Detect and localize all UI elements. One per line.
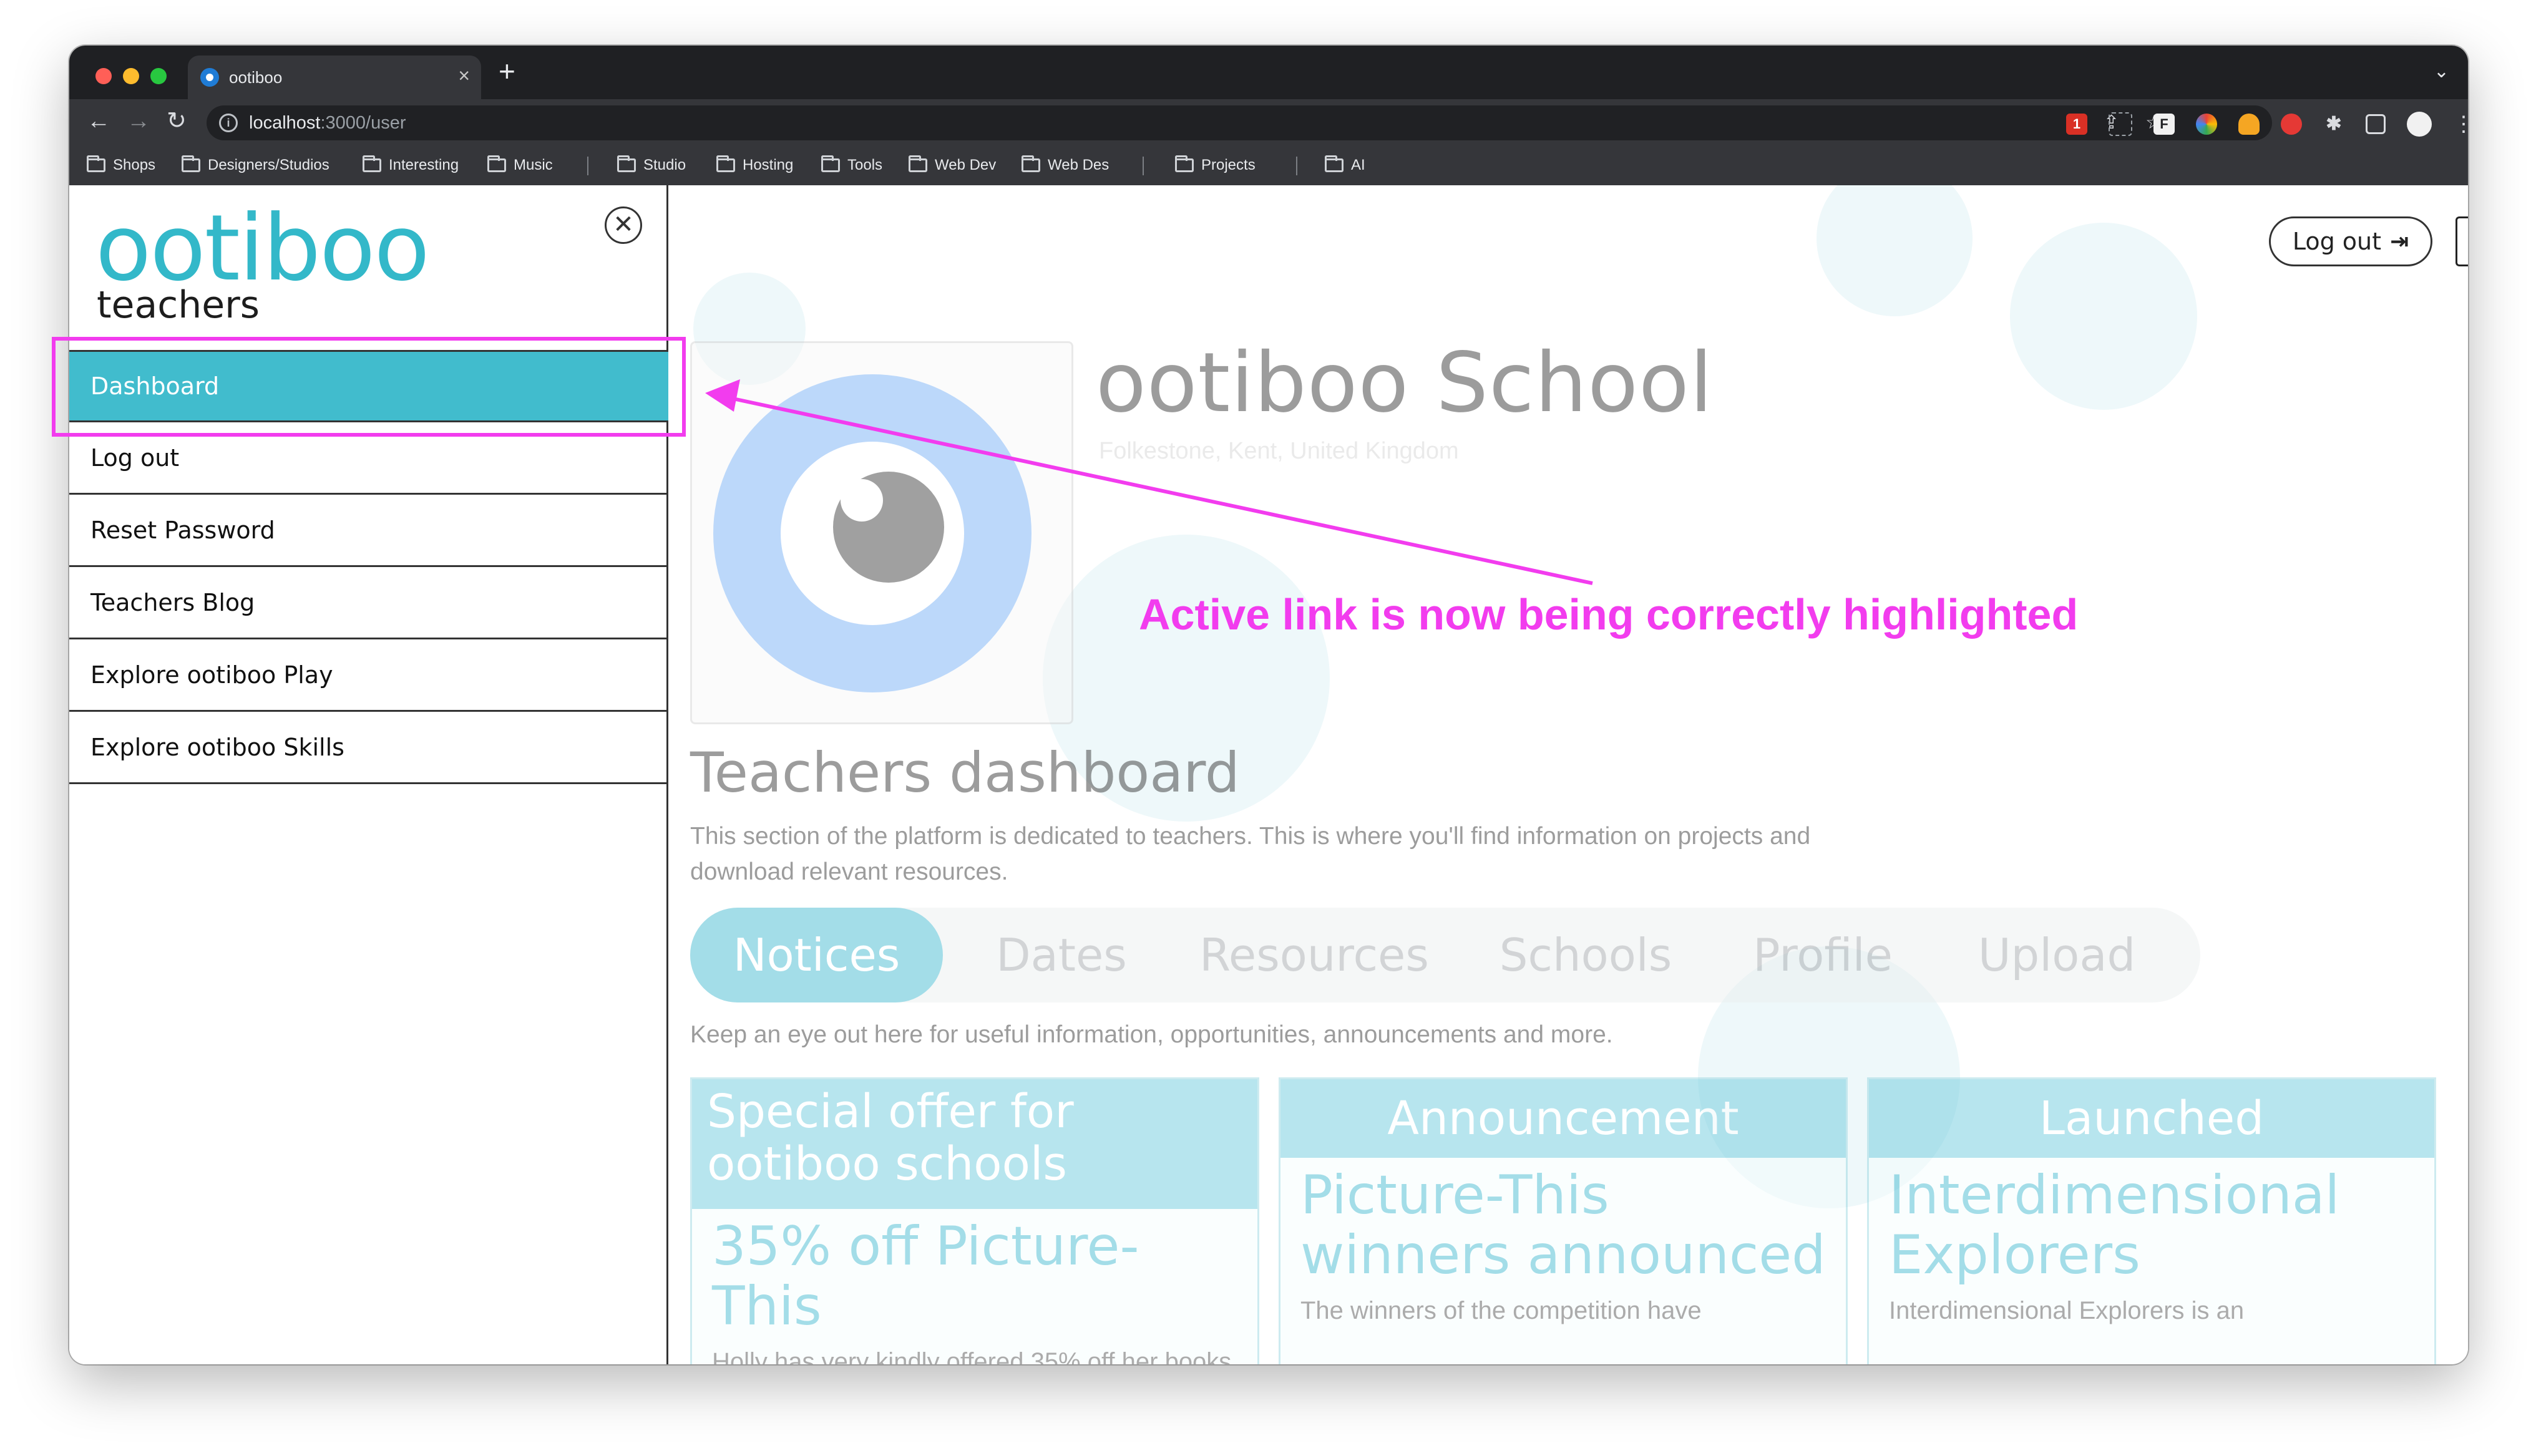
annotation-arrow-line [729,396,1593,585]
annotation-arrow-head [705,379,740,412]
annotation-arrow [705,379,1593,585]
annotation-text: Active link is now being correctly highl… [1139,590,2079,639]
